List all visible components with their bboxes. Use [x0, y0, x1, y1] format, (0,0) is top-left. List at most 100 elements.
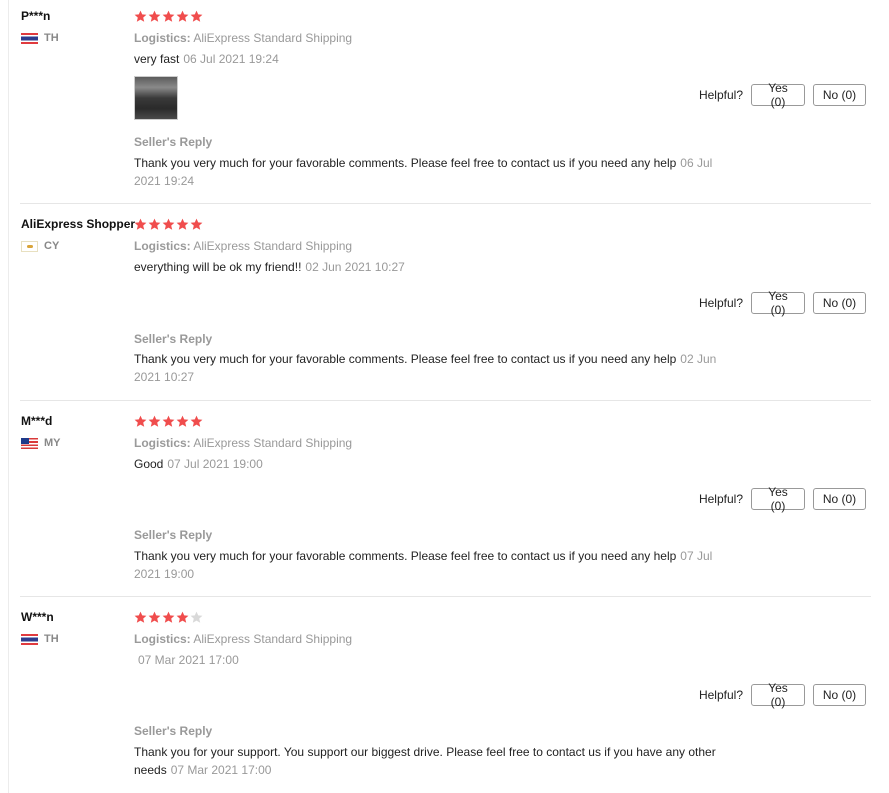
- review-divider: [20, 400, 871, 401]
- review-date: 07 Mar 2021 17:00: [138, 653, 239, 667]
- helpful-label: Helpful?: [698, 88, 743, 102]
- helpful-controls: Helpful? Yes (0) No (0): [698, 485, 866, 513]
- star-rating: [134, 415, 204, 429]
- seller-reply-title: Seller's Reply: [134, 135, 213, 149]
- logistics-info: Logistics: AliExpress Standard Shipping: [134, 31, 352, 45]
- reviewer-country: TH: [21, 32, 59, 44]
- star-rating: [134, 218, 204, 232]
- review-date: 07 Jul 2021 19:00: [167, 457, 263, 471]
- logistics-value: AliExpress Standard Shipping: [193, 632, 353, 646]
- reviewer-country: TH: [21, 633, 59, 645]
- review-text: everything will be ok my friend!! 02 Jun …: [134, 260, 405, 274]
- review-body: everything will be ok my friend!!: [134, 260, 302, 274]
- logistics-info: Logistics: AliExpress Standard Shipping: [134, 436, 352, 450]
- logistics-label: Logistics:: [134, 31, 191, 45]
- logistics-label: Logistics:: [134, 239, 191, 253]
- helpful-controls: Helpful? Yes (0) No (0): [698, 681, 866, 709]
- review-text: Good 07 Jul 2021 19:00: [134, 457, 263, 471]
- seller-reply-body: Thank you very much for your favorable c…: [134, 156, 677, 170]
- seller-reply-text: Thank you very much for your favorable c…: [134, 154, 734, 190]
- logistics-label: Logistics:: [134, 632, 191, 646]
- seller-reply-date: 07 Mar 2021 17:00: [170, 763, 272, 777]
- review-list: P***n TH Logistics: AliExpress Standard …: [0, 0, 889, 793]
- logistics-value: AliExpress Standard Shipping: [193, 239, 353, 253]
- review-divider: [20, 596, 871, 597]
- review-date: 06 Jul 2021 19:24: [183, 52, 279, 66]
- seller-reply-body: Thank you very much for your favorable c…: [134, 549, 677, 563]
- review-item: W***n TH Logistics: AliExpress Standard …: [0, 601, 889, 793]
- star-filled-icon: [162, 10, 175, 23]
- seller-reply-text: Thank you for your support. You support …: [134, 743, 734, 779]
- country-code: TH: [44, 633, 59, 645]
- thailand-flag-icon: [21, 32, 38, 44]
- country-code: MY: [44, 437, 61, 449]
- review-date: 02 Jun 2021 10:27: [305, 260, 405, 274]
- star-filled-icon: [190, 415, 203, 428]
- logistics-value: AliExpress Standard Shipping: [193, 31, 353, 45]
- seller-reply-body: Thank you very much for your favorable c…: [134, 352, 677, 366]
- logistics-label: Logistics:: [134, 436, 191, 450]
- cyprus-flag-icon: [21, 240, 38, 252]
- review-text: 07 Mar 2021 17:00: [134, 653, 239, 667]
- star-rating: [134, 10, 204, 24]
- reviewer-name: AliExpress Shopper: [21, 217, 136, 231]
- star-filled-icon: [148, 611, 161, 624]
- seller-reply-title: Seller's Reply: [134, 528, 213, 542]
- seller-reply-title: Seller's Reply: [134, 724, 213, 738]
- star-filled-icon: [148, 218, 161, 231]
- star-filled-icon: [148, 10, 161, 23]
- helpful-label: Helpful?: [698, 492, 743, 506]
- reviewer-name: M***d: [21, 414, 53, 428]
- seller-reply-title: Seller's Reply: [134, 332, 213, 346]
- star-filled-icon: [134, 415, 147, 428]
- reviewer-name: P***n: [21, 9, 51, 23]
- helpful-yes-button[interactable]: Yes (0): [751, 485, 805, 513]
- review-body: Good: [134, 457, 164, 471]
- star-filled-icon: [176, 611, 189, 624]
- helpful-no-button[interactable]: No (0): [813, 84, 866, 106]
- star-filled-icon: [190, 10, 203, 23]
- helpful-label: Helpful?: [698, 296, 743, 310]
- star-filled-icon: [190, 218, 203, 231]
- review-text: very fast 06 Jul 2021 19:24: [134, 52, 279, 66]
- star-empty-icon: [190, 611, 203, 624]
- logistics-info: Logistics: AliExpress Standard Shipping: [134, 632, 352, 646]
- helpful-no-button[interactable]: No (0): [813, 292, 866, 314]
- review-item: AliExpress Shopper CY Logistics: AliExpr…: [0, 208, 889, 401]
- helpful-no-button[interactable]: No (0): [813, 684, 866, 706]
- star-filled-icon: [176, 218, 189, 231]
- star-filled-icon: [134, 218, 147, 231]
- seller-reply-text: Thank you very much for your favorable c…: [134, 547, 734, 583]
- seller-reply-text: Thank you very much for your favorable c…: [134, 350, 734, 386]
- star-filled-icon: [134, 611, 147, 624]
- malaysia-flag-icon: [21, 437, 38, 449]
- star-rating: [134, 611, 204, 625]
- helpful-label: Helpful?: [698, 688, 743, 702]
- helpful-controls: Helpful? Yes (0) No (0): [698, 81, 866, 109]
- logistics-value: AliExpress Standard Shipping: [193, 436, 353, 450]
- reviewer-country: CY: [21, 240, 59, 252]
- helpful-no-button[interactable]: No (0): [813, 488, 866, 510]
- star-filled-icon: [162, 611, 175, 624]
- star-filled-icon: [176, 10, 189, 23]
- review-photo-thumbnail[interactable]: [134, 76, 178, 120]
- helpful-yes-button[interactable]: Yes (0): [751, 81, 805, 109]
- star-filled-icon: [176, 415, 189, 428]
- review-item: P***n TH Logistics: AliExpress Standard …: [0, 0, 889, 204]
- country-code: TH: [44, 32, 59, 44]
- star-filled-icon: [162, 218, 175, 231]
- review-item: M***d MY Logistics: AliExpress Standard …: [0, 405, 889, 597]
- review-body: very fast: [134, 52, 180, 66]
- helpful-yes-button[interactable]: Yes (0): [751, 681, 805, 709]
- thailand-flag-icon: [21, 633, 38, 645]
- star-filled-icon: [134, 10, 147, 23]
- logistics-info: Logistics: AliExpress Standard Shipping: [134, 239, 352, 253]
- country-code: CY: [44, 240, 60, 252]
- reviewer-country: MY: [21, 437, 61, 449]
- star-filled-icon: [162, 415, 175, 428]
- review-divider: [20, 203, 871, 204]
- helpful-controls: Helpful? Yes (0) No (0): [698, 289, 866, 317]
- star-filled-icon: [148, 415, 161, 428]
- helpful-yes-button[interactable]: Yes (0): [751, 289, 805, 317]
- reviewer-name: W***n: [21, 610, 54, 624]
